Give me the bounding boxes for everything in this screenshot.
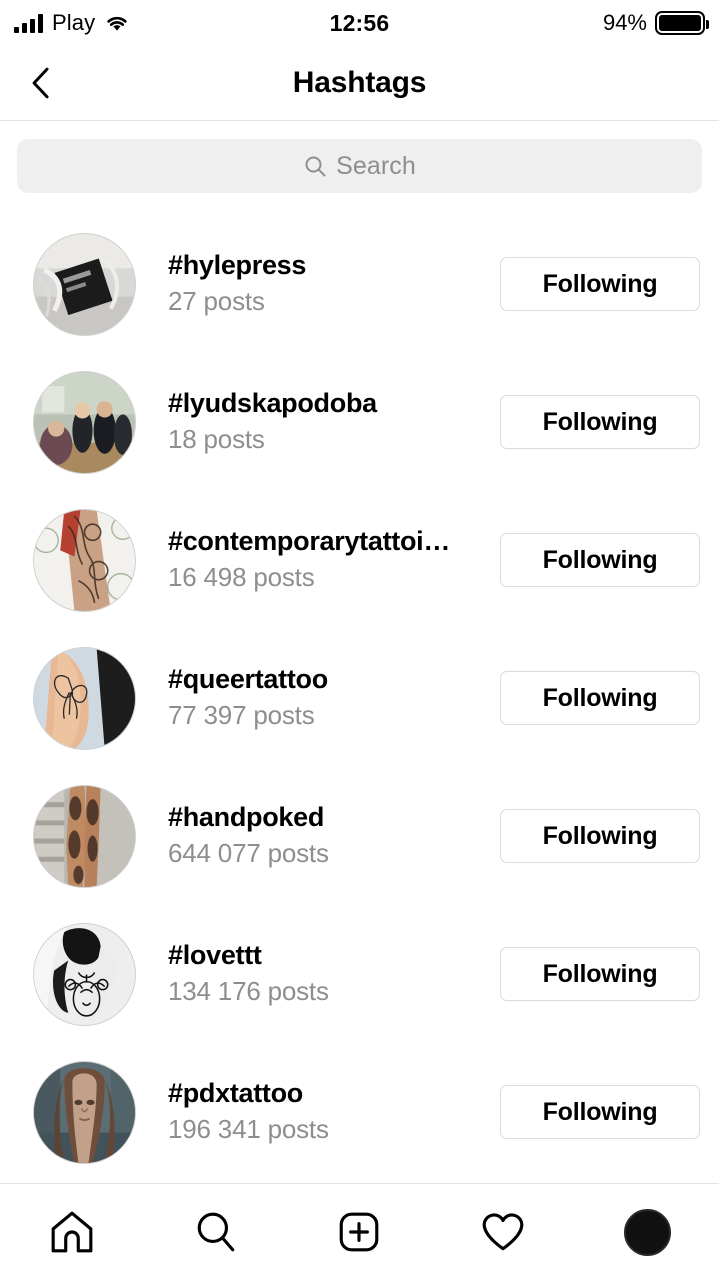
search-icon [197,1212,234,1252]
list-item-text: #lyudskapodoba 18 posts [168,388,468,457]
tab-activity[interactable] [431,1184,575,1280]
list-item-text: #pdxtattoo 196 341 posts [168,1078,468,1147]
hashtag-name: #pdxtattoo [168,1077,303,1108]
avatar-queertattoo [33,646,136,750]
avatar-pdxtattoo [33,1060,136,1164]
search-icon [305,156,326,177]
post-count: 77 397 posts [168,699,315,730]
avatar-contemporarytattoi [33,508,136,612]
avatar-lyudskapodoba [33,370,136,474]
list-item[interactable]: #lovettt 134 176 posts Following [0,905,719,1043]
hashtag-name: #lovettt [168,939,262,970]
list-item[interactable]: #handpoked 644 077 posts Following [0,767,719,905]
post-count: 18 posts [168,423,265,454]
hashtag-name: #lyudskapodoba [168,387,377,418]
list-item-text: #handpoked 644 077 posts [168,802,468,871]
tab-add-post[interactable] [288,1184,432,1280]
list-item-text: #hylepress 27 posts [168,250,468,319]
list-item[interactable]: #queertattoo 77 397 posts Following [0,629,719,767]
list-item-text: #contemporarytattoi… 16 498 posts [168,526,468,595]
list-item[interactable]: #pdxtattoo 196 341 posts Following [0,1043,719,1181]
home-icon [51,1211,93,1253]
following-button[interactable]: Following [500,1085,700,1139]
list-item-text: #lovettt 134 176 posts [168,940,468,1009]
list-item-text: #queertattoo 77 397 posts [168,664,468,733]
battery-icon [655,11,709,35]
hashtag-name: #handpoked [168,801,325,832]
search-container: Search [17,139,702,193]
status-bar: Play 12:56 94% [0,0,719,46]
bottom-tab-bar [0,1183,719,1280]
post-count: 27 posts [168,285,265,316]
list-item[interactable]: #lyudskapodoba 18 posts Following [0,353,719,491]
add-post-icon [340,1212,379,1252]
following-button[interactable]: Following [500,257,700,311]
list-item[interactable]: #hylepress 27 posts Following [0,215,719,353]
profile-avatar-icon [623,1208,671,1256]
following-button[interactable]: Following [500,947,700,1001]
following-button[interactable]: Following [500,533,700,587]
post-count: 644 077 posts [168,837,329,868]
nav-header: Hashtags [0,46,719,121]
following-button[interactable]: Following [500,395,700,449]
tab-home[interactable] [0,1184,144,1280]
heart-icon [482,1213,524,1251]
avatar-handpoked [33,784,136,888]
avatar-hylepress [33,232,136,336]
battery-percent-label: 94% [602,10,647,35]
search-placeholder: Search [336,151,416,180]
avatar-lovettt [33,922,136,1026]
instagram-hashtags-screen: Play 12:56 94% Hashtags Search #hylepres… [0,0,719,1280]
status-bar-right: 94% [602,10,709,36]
following-button[interactable]: Following [500,809,700,863]
list-item[interactable]: #contemporarytattoi… 16 498 posts Follow… [0,491,719,629]
post-count: 134 176 posts [168,975,329,1006]
hashtag-name: #queertattoo [168,663,328,694]
tab-profile[interactable] [575,1184,719,1280]
hashtag-name: #hylepress [168,249,307,280]
following-button[interactable]: Following [500,671,700,725]
tab-search[interactable] [144,1184,288,1280]
search-input[interactable]: Search [17,139,702,193]
hashtag-list: #hylepress 27 posts Following #lyudskapo… [0,215,719,1181]
post-count: 196 341 posts [168,1113,329,1144]
hashtag-name: #contemporarytattoi… [168,525,451,556]
page-title: Hashtags [292,66,427,99]
post-count: 16 498 posts [168,561,315,592]
